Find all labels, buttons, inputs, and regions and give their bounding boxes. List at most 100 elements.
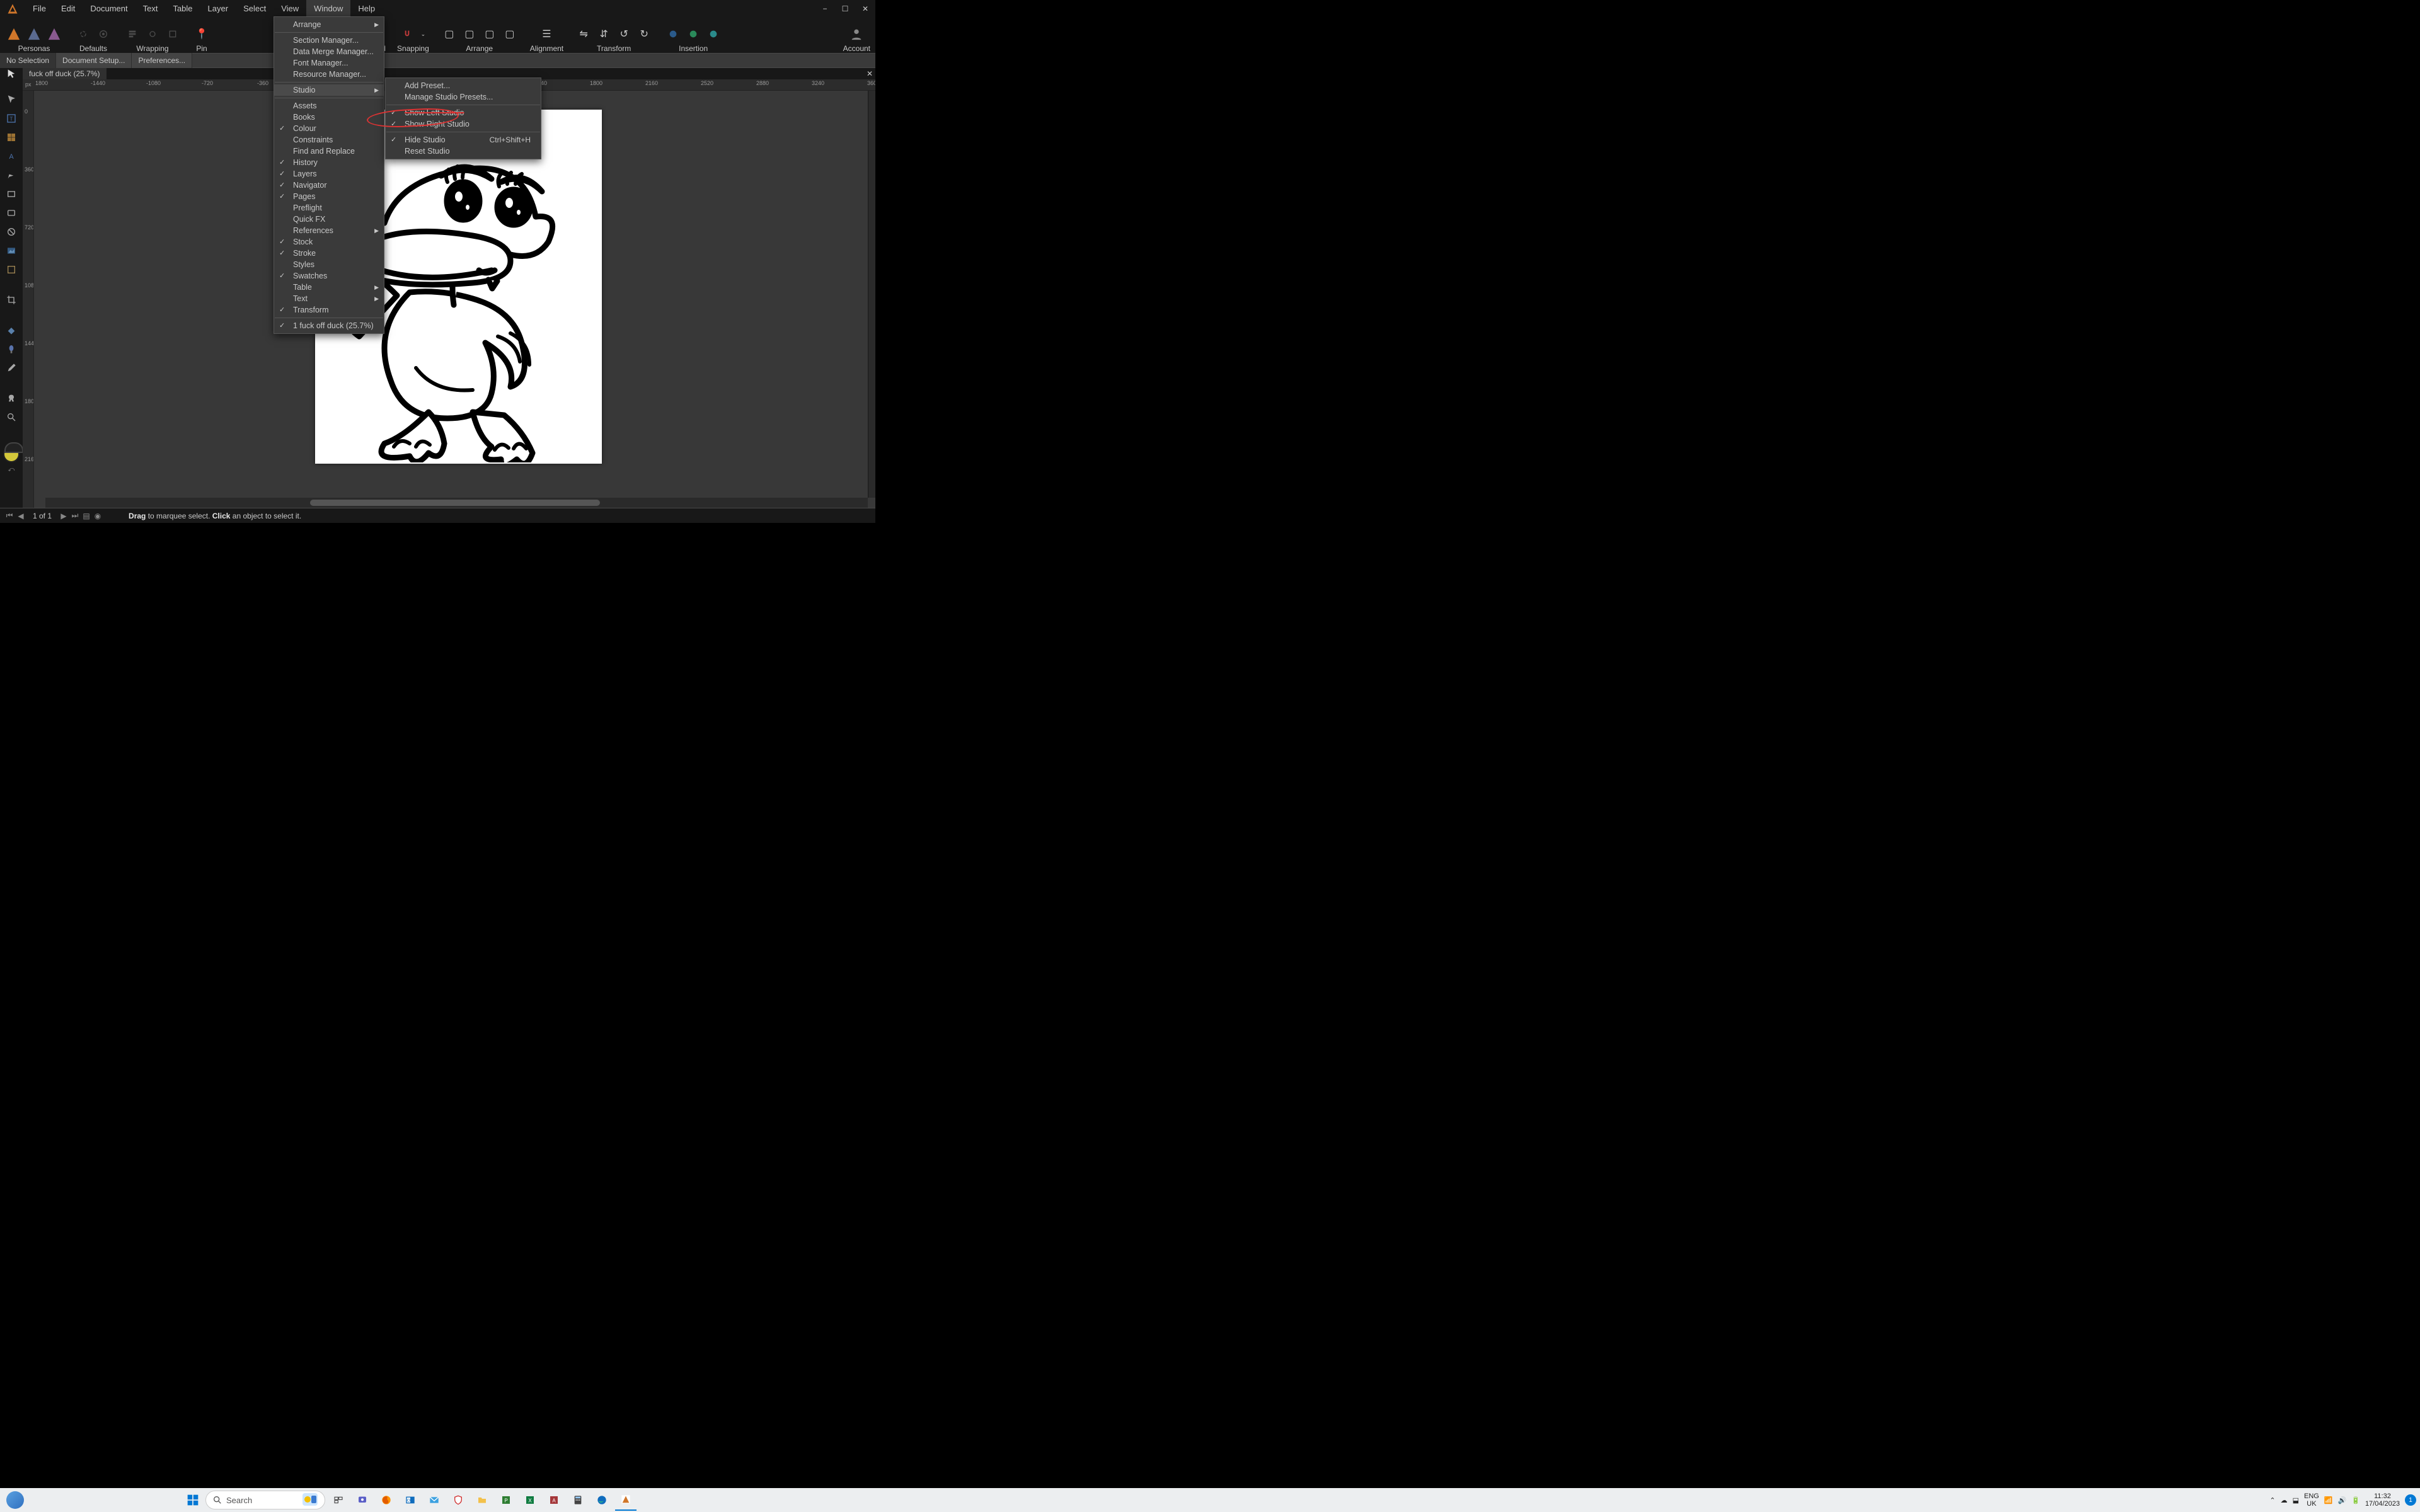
wifi-icon[interactable]: 📶	[2324, 1496, 2333, 1504]
menu-text[interactable]: Text	[135, 0, 166, 18]
menu-item-stock[interactable]: ✓Stock	[274, 236, 384, 248]
colour-swatch[interactable]	[3, 446, 20, 462]
task-view-icon[interactable]	[328, 1489, 349, 1511]
fill-tool-icon[interactable]	[3, 323, 20, 338]
move-front-icon[interactable]: ▢	[501, 25, 519, 43]
menu-item-table[interactable]: Table▶	[274, 282, 384, 293]
menu-file[interactable]: File	[25, 0, 54, 18]
menu-select[interactable]: Select	[236, 0, 274, 18]
document-tab-close-icon[interactable]: ✕	[864, 69, 875, 78]
horizontal-scrollbar[interactable]	[45, 498, 868, 508]
artistic-text-tool-icon[interactable]: A	[3, 149, 20, 164]
start-button[interactable]	[183, 1490, 203, 1510]
revert-defaults-icon[interactable]	[95, 25, 112, 43]
menu-item-font-manager[interactable]: Font Manager...	[274, 57, 384, 69]
flip-v-icon[interactable]: ⇵	[595, 25, 613, 43]
document-tab[interactable]: fuck off duck (25.7%)	[23, 68, 107, 79]
vertical-scrollbar[interactable]	[868, 91, 875, 498]
battery-icon[interactable]: 🔋	[2351, 1496, 2360, 1504]
menu-item-text[interactable]: Text▶	[274, 293, 384, 304]
cortana-icon[interactable]	[6, 1491, 24, 1509]
data-merge-tool-icon[interactable]	[3, 262, 20, 277]
menu-item-manage-studio-presets[interactable]: Manage Studio Presets...	[386, 91, 541, 103]
teams-chat-icon[interactable]	[352, 1489, 373, 1511]
back-one-icon[interactable]: ▢	[461, 25, 478, 43]
mail-icon[interactable]	[424, 1489, 445, 1511]
menu-item-assets[interactable]: Assets	[274, 100, 384, 112]
next-spread-icon[interactable]: ▶	[58, 512, 69, 520]
wrap-show-icon[interactable]	[164, 25, 182, 43]
pen-tool-icon[interactable]	[3, 168, 20, 183]
menu-view[interactable]: View	[274, 0, 306, 18]
ellipse-tool-icon[interactable]	[3, 205, 20, 220]
explorer-icon[interactable]	[471, 1489, 493, 1511]
menu-item-books[interactable]: Books	[274, 112, 384, 123]
prev-spread-icon[interactable]: ◀	[15, 512, 26, 520]
menu-item-1-fuck-off-duck-25-7[interactable]: ✓1 fuck off duck (25.7%)	[274, 320, 384, 331]
move-back-icon[interactable]: ▢	[441, 25, 458, 43]
sync-defaults-icon[interactable]	[74, 25, 92, 43]
menu-item-section-manager[interactable]: Section Manager...	[274, 35, 384, 46]
menu-item-add-preset[interactable]: Add Preset...	[386, 80, 541, 91]
menu-item-find-and-replace[interactable]: Find and Replace	[274, 146, 384, 157]
onedrive-icon[interactable]: ☁	[2281, 1496, 2288, 1504]
menu-document[interactable]: Document	[83, 0, 135, 18]
account-group[interactable]: Account	[843, 25, 870, 53]
menu-item-colour[interactable]: ✓Colour	[274, 123, 384, 134]
affinity-publisher-taskbar-icon[interactable]	[615, 1489, 637, 1511]
menu-item-layers[interactable]: ✓Layers	[274, 168, 384, 180]
pages-panel-icon[interactable]: ▤	[81, 512, 92, 520]
menu-window[interactable]: Window	[306, 0, 350, 18]
menu-item-styles[interactable]: Styles	[274, 259, 384, 270]
excel-icon[interactable]: X	[519, 1489, 541, 1511]
dropbox-icon[interactable]: ⬓	[2293, 1496, 2299, 1504]
view-tool-icon[interactable]	[3, 391, 20, 406]
menu-item-swatches[interactable]: ✓Swatches	[274, 270, 384, 282]
menu-item-resource-manager[interactable]: Resource Manager...	[274, 69, 384, 80]
menu-table[interactable]: Table	[165, 0, 200, 18]
menu-item-transform[interactable]: ✓Transform	[274, 304, 384, 316]
volume-icon[interactable]: 🔊	[2338, 1496, 2347, 1504]
snapping-icon[interactable]	[398, 25, 416, 43]
menu-item-stroke[interactable]: ✓Stroke	[274, 248, 384, 259]
menu-edit[interactable]: Edit	[54, 0, 83, 18]
menu-item-studio[interactable]: Studio▶	[274, 84, 384, 96]
last-spread-icon[interactable]: ⏭	[69, 511, 81, 520]
menu-item-constraints[interactable]: Constraints	[274, 134, 384, 146]
wrap-settings-icon[interactable]	[124, 25, 141, 43]
publisher-ms-icon[interactable]: P	[495, 1489, 517, 1511]
preferences-button[interactable]: Preferences...	[132, 53, 192, 68]
firefox-icon[interactable]	[376, 1489, 397, 1511]
rotate-ccw-icon[interactable]: ↺	[615, 25, 633, 43]
insert-behind-icon[interactable]	[684, 25, 702, 43]
picture-frame-tool-icon[interactable]	[3, 243, 20, 258]
language-indicator[interactable]: ENGUK	[2304, 1492, 2319, 1508]
minimize-button[interactable]: −	[815, 0, 835, 18]
taskbar-search[interactable]: Search	[205, 1491, 325, 1509]
tray-chevron-icon[interactable]: ⌃	[2269, 1496, 2275, 1504]
menu-layer[interactable]: Layer	[200, 0, 236, 18]
insert-top-icon[interactable]	[705, 25, 722, 43]
fwd-one-icon[interactable]: ▢	[481, 25, 498, 43]
rectangle-tool-icon[interactable]	[3, 186, 20, 202]
swap-colours-icon[interactable]: ⤺	[8, 466, 15, 473]
menu-item-reset-studio[interactable]: Reset Studio	[386, 146, 541, 157]
document-setup-button[interactable]: Document Setup...	[56, 53, 132, 68]
preview-mode-icon[interactable]: ◉	[92, 512, 103, 520]
menu-item-arrange[interactable]: Arrange▶	[274, 19, 384, 30]
menu-item-quick-fx[interactable]: Quick FX	[274, 214, 384, 225]
access-icon[interactable]: A	[543, 1489, 565, 1511]
publisher-persona-icon[interactable]	[5, 25, 23, 43]
clock[interactable]: 11:3217/04/2023	[2365, 1492, 2400, 1508]
node-tool-icon[interactable]	[3, 92, 20, 107]
crop-tool-icon[interactable]	[3, 292, 20, 307]
maximize-button[interactable]: ☐	[835, 0, 855, 18]
menu-item-data-merge-manager[interactable]: Data Merge Manager...	[274, 46, 384, 57]
transparency-tool-icon[interactable]	[3, 341, 20, 357]
pin-icon[interactable]: 📍	[193, 25, 210, 43]
close-button[interactable]: ✕	[855, 0, 875, 18]
menu-help[interactable]: Help	[350, 0, 383, 18]
zoom-tool-icon[interactable]	[3, 410, 20, 425]
menu-item-history[interactable]: ✓History	[274, 157, 384, 168]
menu-item-navigator[interactable]: ✓Navigator	[274, 180, 384, 191]
